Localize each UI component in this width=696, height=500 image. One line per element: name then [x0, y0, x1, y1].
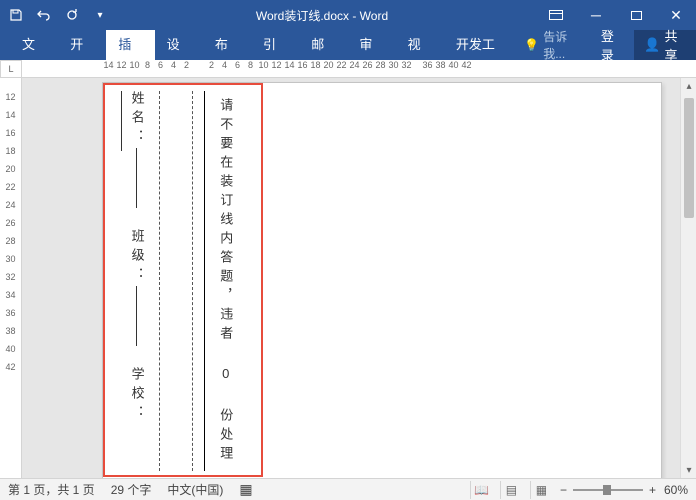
tab-home[interactable]: 开始	[58, 30, 106, 60]
tell-me-search[interactable]: 💡 告诉我...	[516, 28, 591, 62]
highlight-box: 姓名： 班级： 学校： 请不要在装订线内答题，违者 0 份处理	[103, 83, 263, 477]
read-mode-icon[interactable]: 📖	[470, 481, 492, 499]
macro-icon[interactable]: ▦	[239, 481, 252, 498]
binding-info-column: 姓名： 班级： 学校：	[114, 91, 144, 471]
zoom-out-icon[interactable]: −	[560, 483, 567, 497]
tab-design[interactable]: 设计	[155, 30, 203, 60]
vertical-ruler[interactable]: 12141618202224262830323436384042	[0, 78, 22, 478]
tab-file[interactable]: 文件	[10, 30, 58, 60]
dashed-binding-line	[159, 91, 193, 471]
zoom-level[interactable]: 60%	[664, 483, 688, 497]
print-layout-icon[interactable]: ▤	[500, 481, 522, 499]
redo-icon[interactable]	[64, 7, 80, 23]
zoom-in-icon[interactable]: +	[649, 483, 656, 497]
share-button[interactable]: 👤 共享	[634, 30, 696, 60]
binding-warning-column: 请不要在装订线内答题，违者 0 份处理	[204, 91, 234, 471]
tab-view[interactable]: 视图	[396, 30, 444, 60]
window-title: Word装订线.docx - Word	[108, 7, 536, 24]
language-indicator[interactable]: 中文(中国)	[167, 481, 223, 498]
tab-layout[interactable]: 布局	[203, 30, 251, 60]
binding-info-text: 姓名： 班级： 学校：	[113, 91, 144, 471]
qat-customize-icon[interactable]: ▾	[92, 7, 108, 23]
tab-references[interactable]: 引用	[251, 30, 299, 60]
page[interactable]: 姓名： 班级： 学校： 请不要在装订线内答题，违者 0 份处理	[102, 82, 662, 478]
save-icon[interactable]	[8, 7, 24, 23]
scroll-up-icon[interactable]: ▴	[681, 78, 696, 94]
scroll-thumb[interactable]	[684, 98, 694, 218]
scroll-down-icon[interactable]: ▾	[681, 462, 696, 478]
tab-review[interactable]: 审阅	[347, 30, 395, 60]
tab-developer[interactable]: 开发工具	[444, 30, 516, 60]
web-layout-icon[interactable]: ▦	[530, 481, 552, 499]
vertical-scrollbar[interactable]: ▴ ▾	[680, 78, 696, 478]
lightbulb-icon: 💡	[524, 38, 539, 52]
login-button[interactable]: 登录	[591, 26, 634, 64]
tab-insert[interactable]: 插入	[106, 30, 154, 60]
binding-region: 姓名： 班级： 学校： 请不要在装订线内答题，违者 0 份处理	[109, 91, 261, 471]
undo-icon[interactable]	[36, 7, 52, 23]
tab-mailings[interactable]: 邮件	[299, 30, 347, 60]
word-count[interactable]: 29 个字	[111, 481, 152, 498]
share-icon: 👤	[644, 37, 660, 53]
page-indicator[interactable]: 第 1 页，共 1 页	[8, 481, 95, 498]
tab-selector[interactable]: L	[0, 60, 22, 78]
ribbon-display-options-icon[interactable]	[536, 0, 576, 30]
document-area: 姓名： 班级： 学校： 请不要在装订线内答题，违者 0 份处理	[22, 78, 680, 478]
horizontal-ruler[interactable]: 1412108642246810121416182022242628303236…	[22, 60, 696, 78]
binding-warning-text: 请不要在装订线内答题，违者 0 份处理	[218, 98, 234, 465]
zoom-slider[interactable]: − +	[560, 483, 656, 497]
